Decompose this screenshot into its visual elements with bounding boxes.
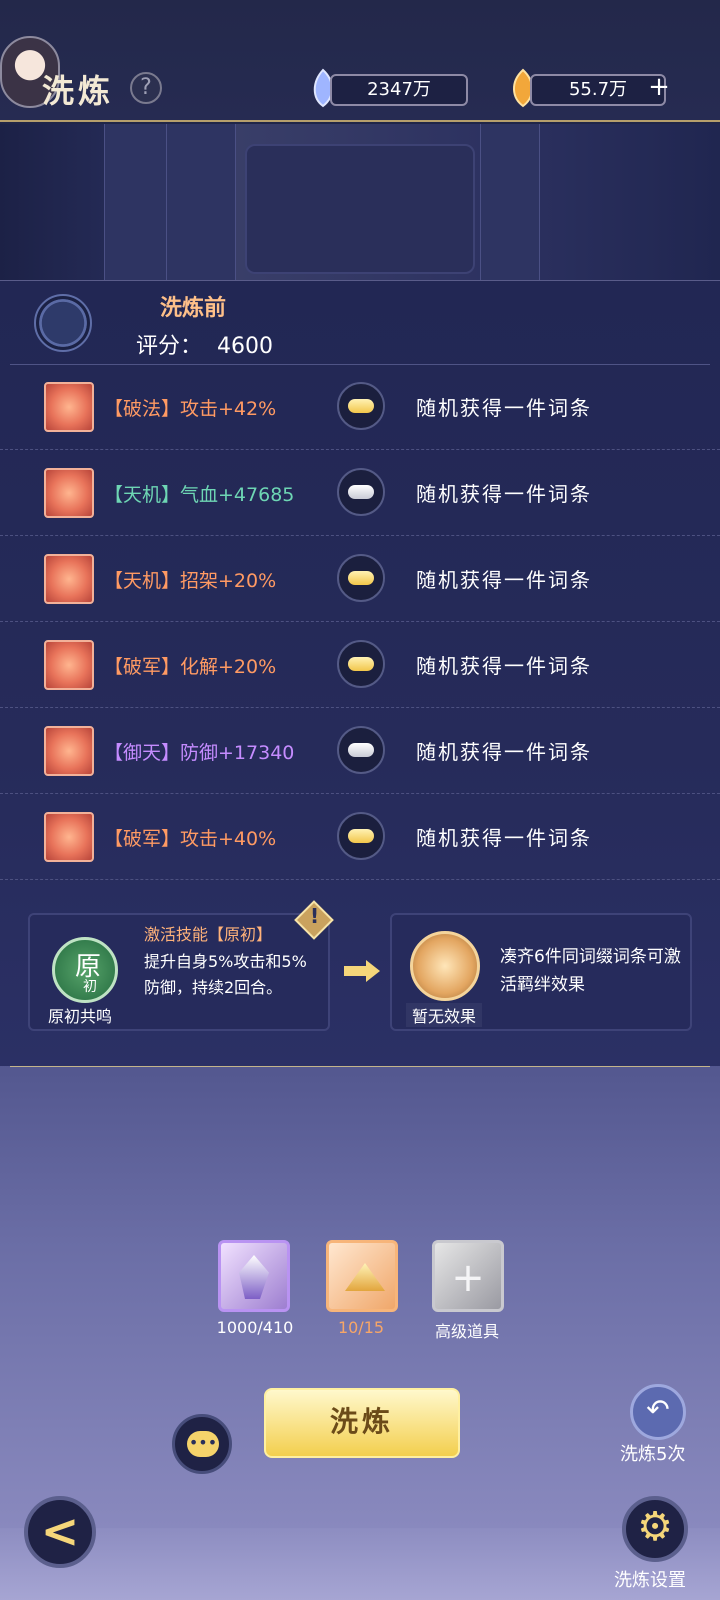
settings-label: 洗炼设置 [614, 1570, 686, 1591]
attribute-tag: 【天机】 [104, 570, 181, 592]
equipment-icon [44, 726, 94, 776]
banner-pillar [480, 124, 540, 280]
lock-icon [348, 485, 374, 499]
item-count: 10/15 [337, 1318, 385, 1337]
bond-box: 暂无效果 凑齐6件同词缀词条可激活羁绊效果 [390, 913, 692, 1031]
undo-icon: ↶ [646, 1393, 670, 1426]
skill-icon-char2: 初 [83, 979, 97, 995]
attribute-stat: 攻击+40% [180, 828, 277, 850]
attribute-row: 【御天】防御+17340 随机获得一件词条 [0, 708, 720, 794]
score-title: 洗炼前 [160, 296, 227, 321]
skill-tag: 原初共鸣 [48, 1007, 113, 1026]
warning-mark: ! [310, 904, 320, 928]
attribute-row: 【破军】攻击+40% 随机获得一件词条 [0, 794, 720, 880]
attribute-stat: 招架+20% [180, 570, 277, 592]
attribute-tag: 【破军】 [104, 656, 181, 678]
item-label: 高级道具 [434, 1322, 499, 1341]
lock-toggle-button[interactable] [337, 640, 385, 688]
settings-button[interactable]: ⚙ [622, 1496, 688, 1562]
attribute-row: 【破法】攻击+42% 随机获得一件词条 [0, 364, 720, 450]
attribute-text: 【破法】攻击+42% [104, 394, 276, 421]
lock-toggle-button[interactable] [337, 554, 385, 602]
score-icon [34, 294, 92, 352]
attribute-description: 随机获得一件词条 [416, 568, 592, 592]
skill-desc: 提升自身5%攻击和5%防御，持续2回合。 [144, 952, 307, 997]
equipment-icon [44, 468, 94, 518]
attribute-tag: 【破军】 [104, 828, 181, 850]
attribute-stat: 攻击+42% [180, 398, 277, 420]
page-title: 洗炼 [42, 72, 115, 110]
lock-icon [348, 571, 374, 585]
wash-five-label: 洗炼5次 [620, 1444, 686, 1465]
attribute-stat: 化解+20% [180, 656, 277, 678]
attribute-row: 【破军】化解+20% 随机获得一件词条 [0, 622, 720, 708]
attribute-tag: 【天机】 [104, 484, 181, 506]
skill-box[interactable]: 原 初 原初共鸣 激活技能【原初】 提升自身5%攻击和5%防御，持续2回合。 [28, 913, 330, 1031]
undo-button[interactable]: ↶ [630, 1384, 686, 1440]
lock-icon [348, 399, 374, 413]
banner [0, 124, 720, 280]
lock-icon [348, 743, 374, 757]
gear-icon: ⚙ [637, 1504, 673, 1550]
score-value: 4600 [217, 334, 274, 359]
attribute-text: 【破军】化解+20% [104, 652, 276, 679]
plus-icon: + [451, 1255, 485, 1301]
attribute-description: 随机获得一件词条 [416, 654, 592, 678]
lock-icon [348, 657, 374, 671]
chat-dots: ••• [188, 1433, 218, 1452]
wash-button[interactable]: 洗炼 [264, 1388, 460, 1458]
back-button[interactable]: < [24, 1496, 96, 1568]
lock-toggle-button[interactable] [337, 726, 385, 774]
advanced-item-slot[interactable]: + [432, 1240, 504, 1312]
lock-toggle-button[interactable] [337, 812, 385, 860]
bond-tag: 暂无效果 [406, 1003, 483, 1027]
attribute-row: 【天机】气血+47685 随机获得一件词条 [0, 450, 720, 536]
attribute-description: 随机获得一件词条 [416, 826, 592, 850]
crystal-icon [239, 1255, 269, 1299]
attribute-description: 随机获得一件词条 [416, 396, 592, 420]
equipment-icon [44, 812, 94, 862]
chat-button[interactable]: ••• [172, 1414, 232, 1474]
attribute-tag: 【破法】 [104, 398, 181, 420]
equipment-icon [44, 382, 94, 432]
lock-toggle-button[interactable] [337, 468, 385, 516]
attribute-row: 【天机】招架+20% 随机获得一件词条 [0, 536, 720, 622]
divider [10, 1066, 710, 1067]
lock-toggle-button[interactable] [337, 382, 385, 430]
spirit-stone-amount: 2347万 [330, 74, 468, 106]
attribute-description: 随机获得一件词条 [416, 482, 592, 506]
add-currency-button[interactable]: + [645, 74, 673, 102]
bottom-bar [0, 1528, 720, 1600]
banner-crest [245, 144, 475, 274]
attribute-description: 随机获得一件词条 [416, 740, 592, 764]
skill-icon: 原 初 [52, 937, 118, 1003]
attribute-stat: 气血+47685 [180, 484, 295, 506]
question-icon[interactable]: ? [130, 72, 162, 104]
attribute-tag: 【御天】 [104, 742, 181, 764]
equipment-icon [44, 640, 94, 690]
skill-title: 激活技能【原初】 [144, 925, 273, 944]
score-line: 评分： 4600 [136, 328, 273, 360]
arrow-right-icon [344, 960, 380, 982]
attribute-stat: 防御+17340 [180, 742, 295, 764]
equipment-icon [44, 554, 94, 604]
attribute-text: 【破军】攻击+40% [104, 824, 276, 851]
crystal-item-slot[interactable] [218, 1240, 290, 1312]
gold-gem-icon [345, 1263, 385, 1291]
score-label: 评分： [136, 334, 203, 359]
bond-desc: 凑齐6件同词缀词条可激活羁绊效果 [500, 947, 681, 995]
lock-icon [348, 829, 374, 843]
flame-emblem-icon [410, 931, 480, 1001]
gem-item-slot[interactable] [326, 1240, 398, 1312]
attribute-text: 【御天】防御+17340 [104, 738, 294, 765]
item-count: 1000/410 [216, 1318, 294, 1337]
attribute-text: 【天机】气血+47685 [104, 480, 294, 507]
attribute-text: 【天机】招架+20% [104, 566, 276, 593]
banner-pillar [166, 124, 236, 280]
back-arrow-icon: < [40, 1504, 80, 1558]
